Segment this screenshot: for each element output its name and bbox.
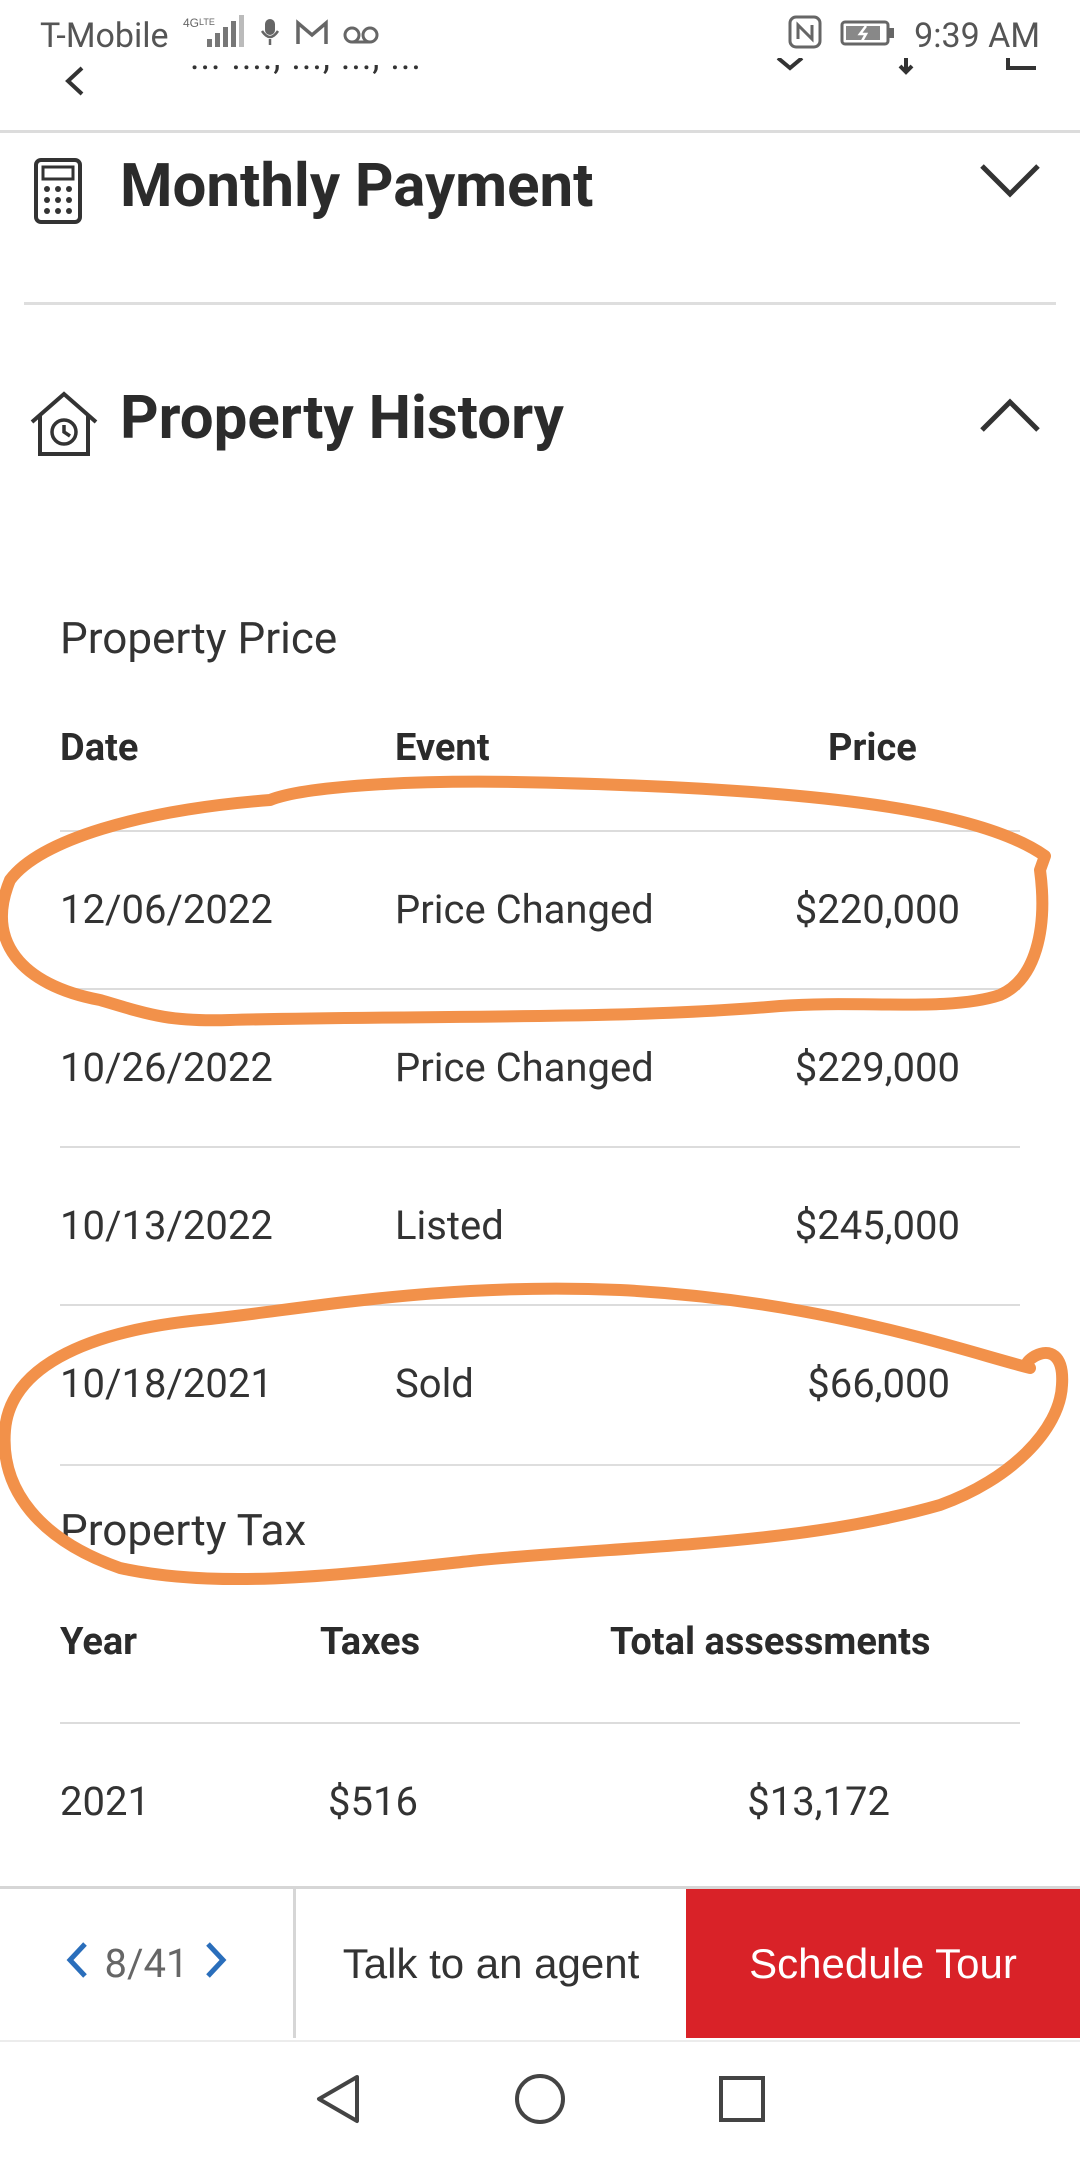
row-date: 10/26/2022 — [60, 1044, 273, 1091]
chevron-down-icon[interactable] — [978, 160, 1042, 204]
row-price: $229,000 — [794, 1044, 960, 1091]
property-history-title: Property History — [120, 382, 564, 453]
row-price: $245,000 — [794, 1202, 960, 1249]
price-history-row: 10/26/2022 Price Changed $229,000 — [60, 988, 1020, 1146]
chevron-right-icon[interactable] — [204, 1935, 228, 1992]
favorite-icon[interactable] — [772, 58, 808, 92]
row-assessment: $13,172 — [747, 1778, 890, 1825]
more-icon[interactable] — [1004, 58, 1040, 92]
nav-recents-icon[interactable] — [717, 2074, 767, 2128]
column-header-event: Event — [395, 726, 490, 770]
signal-icon: 4G LTE — [183, 14, 245, 58]
nfc-icon — [788, 15, 822, 58]
bottom-action-bar: 8/41 Talk to an agent Schedule Tour — [0, 1886, 1080, 2038]
pager-count: 8/41 — [104, 1940, 189, 1987]
row-event: Price Changed — [395, 1044, 654, 1091]
nav-home-icon[interactable] — [513, 2072, 567, 2130]
monthly-payment-title: Monthly Payment — [120, 150, 594, 221]
row-price: $220,000 — [794, 886, 960, 933]
row-year: 2021 — [60, 1778, 150, 1825]
chevron-left-icon[interactable] — [65, 1935, 89, 1992]
row-event: Price Changed — [395, 886, 654, 933]
photo-pager: 8/41 — [0, 1889, 296, 2038]
column-header-taxes: Taxes — [320, 1620, 421, 1664]
calculator-icon — [28, 156, 88, 230]
price-history-row: 10/18/2021 Sold $66,000 — [60, 1304, 1020, 1462]
house-clock-icon — [28, 390, 100, 462]
row-date: 10/18/2021 — [60, 1360, 273, 1407]
column-header-price: Price — [828, 726, 917, 770]
battery-charging-icon — [840, 16, 896, 56]
property-price-heading: Property Price — [60, 612, 338, 664]
row-taxes: $516 — [328, 1778, 418, 1825]
column-header-date: Date — [60, 726, 139, 770]
schedule-tour-button[interactable]: Schedule Tour — [686, 1889, 1080, 2038]
app-header: ... ...., ..., ..., ... — [0, 58, 1080, 130]
tax-history-row: 2021 $516 $13,172 — [60, 1722, 1020, 1880]
svg-text:LTE: LTE — [199, 17, 215, 27]
row-event: Listed — [395, 1202, 504, 1249]
property-tax-heading: Property Tax — [60, 1504, 307, 1556]
column-header-total-assessments: Total assessments — [610, 1620, 931, 1664]
row-price: $66,000 — [807, 1360, 950, 1407]
system-navigation-bar — [0, 2040, 1080, 2160]
nav-back-icon[interactable] — [313, 2073, 363, 2129]
row-divider — [60, 1464, 1020, 1466]
gmail-icon — [295, 16, 329, 56]
tax-table-header: Year Taxes Total assessments — [60, 1620, 1020, 1680]
talk-to-agent-button[interactable]: Talk to an agent — [296, 1889, 686, 2038]
price-history-row: 12/06/2022 Price Changed $220,000 — [60, 830, 1020, 988]
property-address: ... ...., ..., ..., ... — [190, 58, 422, 78]
header-divider — [0, 130, 1080, 133]
share-icon[interactable] — [888, 58, 924, 92]
row-date: 12/06/2022 — [60, 886, 273, 933]
svg-text:4G: 4G — [183, 16, 199, 30]
price-table-header: Date Event Price — [60, 726, 1020, 786]
chevron-up-icon[interactable] — [978, 394, 1042, 438]
row-event: Sold — [395, 1360, 474, 1407]
back-arrow-icon[interactable] — [60, 66, 90, 100]
property-history-header[interactable]: Property History — [0, 370, 1080, 500]
section-divider — [24, 302, 1056, 305]
carrier-name: T-Mobile — [40, 16, 169, 56]
column-header-year: Year — [60, 1620, 138, 1664]
row-date: 10/13/2022 — [60, 1202, 273, 1249]
monthly-payment-header[interactable]: Monthly Payment — [0, 140, 1080, 270]
voicemail-icon — [343, 16, 379, 56]
clock-time: 9:39 AM — [914, 16, 1040, 56]
microphone-icon — [259, 16, 281, 56]
price-history-row: 10/13/2022 Listed $245,000 — [60, 1146, 1020, 1304]
